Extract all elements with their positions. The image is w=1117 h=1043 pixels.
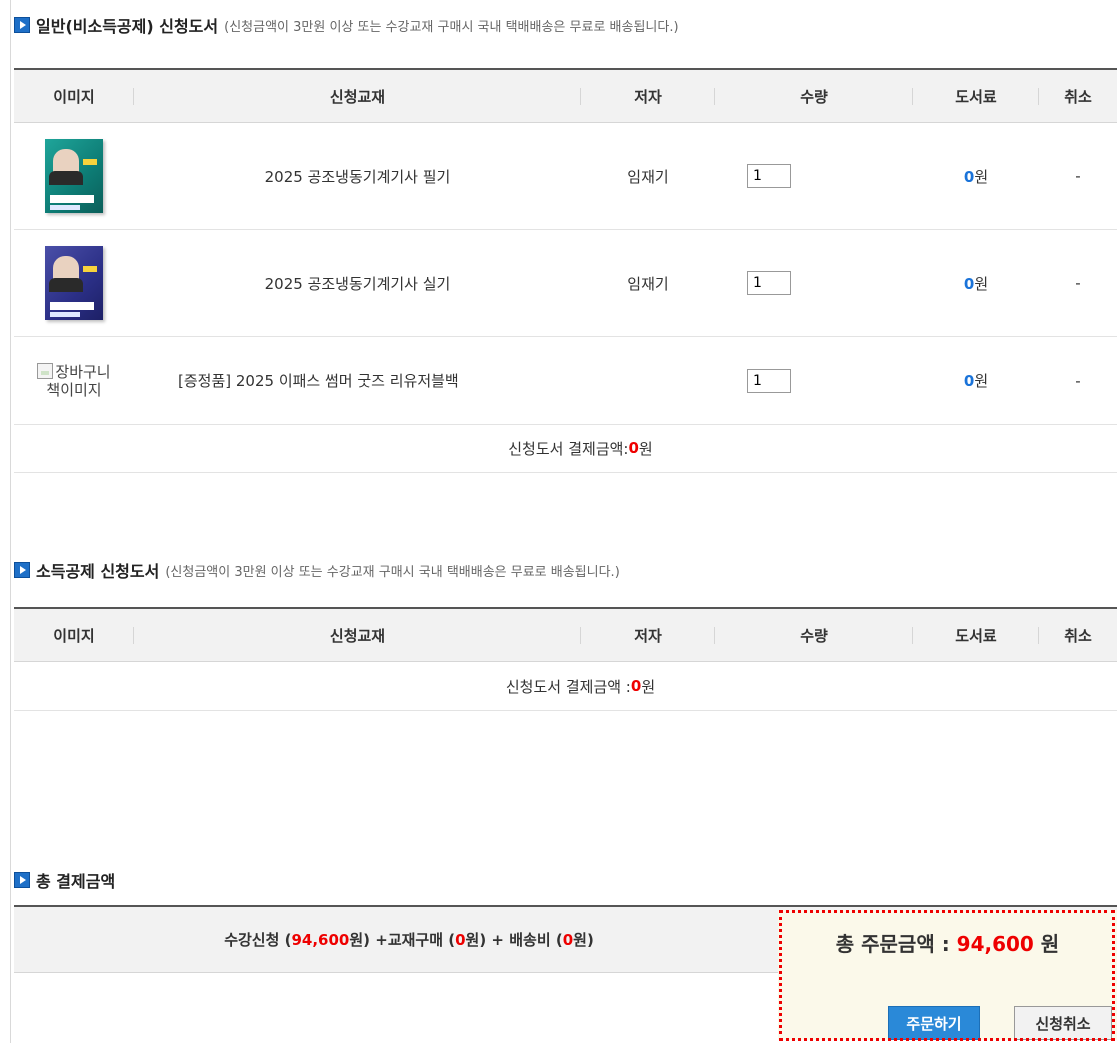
section-note: (신청금액이 3만원 이상 또는 수강교재 구매시 국내 택배배송은 무료로 배… (224, 19, 679, 35)
quantity-input[interactable] (747, 368, 791, 393)
book-price: 0원 (913, 122, 1039, 230)
col-header-qty: 수량 (715, 68, 913, 123)
col-header-price: 도서료 (913, 607, 1039, 662)
section-title-text: 소득공제 신청도서 (36, 562, 160, 581)
book-author: 임재기 (581, 122, 715, 230)
book-title: 2025 공조냉동기계기사 필기 (134, 122, 581, 230)
col-header-image: 이미지 (14, 607, 134, 662)
section-note: (신청금액이 3만원 이상 또는 수강교재 구매시 국내 택배배송은 무료로 배… (165, 564, 620, 580)
table-header-row: 이미지 신청교재 저자 수량 도서료 취소 (14, 607, 1117, 662)
order-panel: 총 주문금액 : 94,600 원 주문하기 신청취소 (778, 910, 1117, 1040)
broken-image-placeholder: 장바구니 책이미지 (34, 362, 114, 399)
book-cover-image[interactable] (45, 246, 103, 320)
section-title-general: 일반(비소득공제) 신청도서 (신청금액이 3만원 이상 또는 수강교재 구매시… (14, 13, 679, 37)
section-title-total: 총 결제금액 (14, 868, 115, 892)
deduction-books-table: 이미지 신청교재 저자 수량 도서료 취소 (14, 607, 1117, 662)
col-header-cancel: 취소 (1039, 68, 1117, 123)
book-title: 2025 공조냉동기계기사 실기 (134, 229, 581, 337)
section-title-text: 총 결제금액 (36, 872, 116, 891)
section-marker-icon (14, 562, 30, 578)
cancel-cell: - (1039, 336, 1117, 425)
broken-image-icon (37, 362, 54, 379)
col-header-qty: 수량 (715, 607, 913, 662)
deduction-books-summary: 신청도서 결제금액 :0 원 (14, 662, 1117, 711)
quantity-input[interactable] (747, 271, 791, 295)
col-header-author: 저자 (581, 68, 715, 123)
section-marker-icon (14, 872, 30, 888)
table-row: 장바구니 책이미지 [증정품] 2025 이패스 썸머 굿즈 리유저블백 0원 … (14, 336, 1117, 425)
book-author: 임재기 (581, 229, 715, 337)
order-button[interactable]: 주문하기 (888, 1006, 980, 1040)
col-header-price: 도서료 (913, 68, 1039, 123)
col-header-cancel: 취소 (1039, 607, 1117, 662)
general-books-table: 이미지 신청교재 저자 수량 도서료 취소 2025 공조냉동기계기사 필기 임… (14, 68, 1117, 425)
order-total: 총 주문금액 : 94,600 원 (835, 932, 1060, 956)
book-title: [증정품] 2025 이패스 썸머 굿즈 리유저블백 (134, 336, 581, 425)
section-title-text: 일반(비소득공제) 신청도서 (36, 17, 219, 36)
cancel-cell: - (1039, 229, 1117, 337)
book-cover-image[interactable] (45, 139, 103, 213)
left-border (10, 0, 11, 1043)
total-breakdown: 수강신청 (94,600 원) +교재구매 (0 원) + 배송비 (0 원) (224, 930, 594, 950)
col-header-author: 저자 (581, 607, 715, 662)
book-price: 0원 (913, 336, 1039, 425)
table-row: 2025 공조냉동기계기사 필기 임재기 0원 - (14, 122, 1117, 230)
cancel-order-button[interactable]: 신청취소 (1014, 1006, 1112, 1040)
book-author (581, 336, 715, 425)
col-header-image: 이미지 (14, 68, 134, 123)
col-header-title: 신청교재 (134, 607, 581, 662)
col-header-title: 신청교재 (134, 68, 581, 123)
section-title-deduction: 소득공제 신청도서 (신청금액이 3만원 이상 또는 수강교재 구매시 국내 택… (14, 558, 620, 582)
table-row: 2025 공조냉동기계기사 실기 임재기 0원 - (14, 229, 1117, 337)
book-price: 0원 (913, 229, 1039, 337)
section-marker-icon (14, 17, 30, 33)
cancel-cell: - (1039, 122, 1117, 230)
quantity-input[interactable] (747, 164, 791, 188)
general-books-summary: 신청도서 결제금액: 0 원 (14, 424, 1117, 473)
table-header-row: 이미지 신청교재 저자 수량 도서료 취소 (14, 68, 1117, 123)
